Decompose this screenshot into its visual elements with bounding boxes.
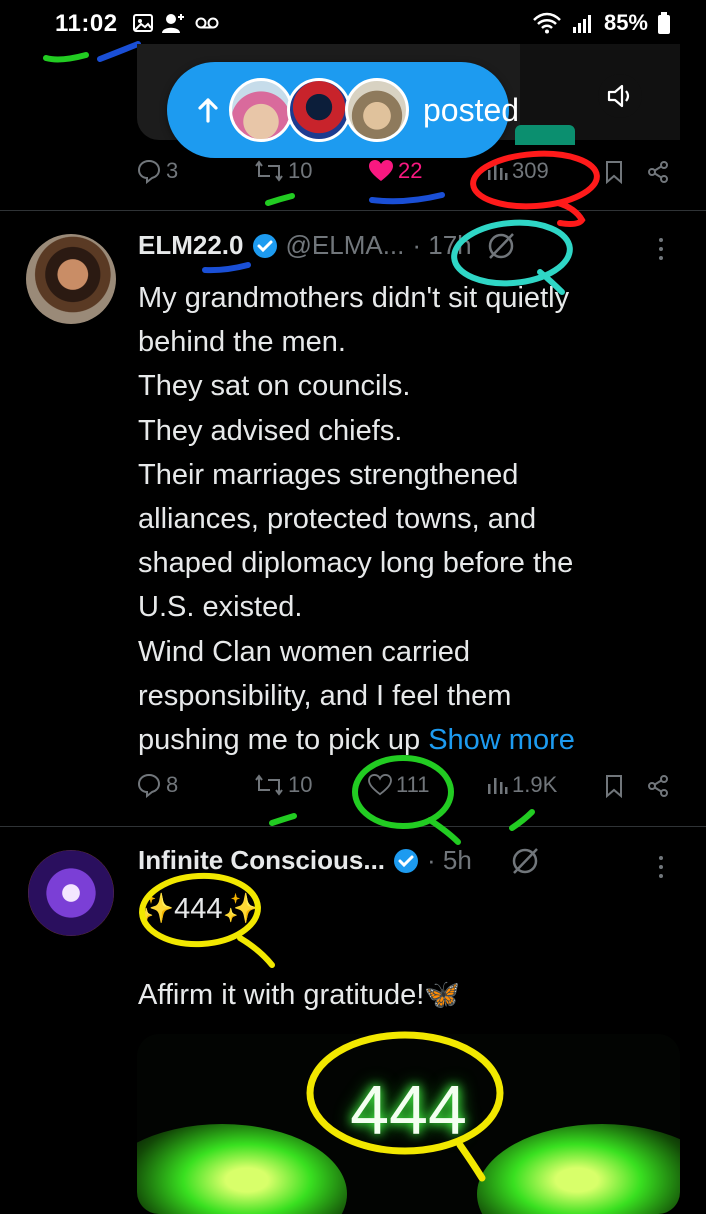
grok-icon[interactable] (486, 231, 516, 261)
post2-action-bar: 8 10 111 1.9K (0, 772, 706, 812)
tweet-line: They advised chiefs. (138, 414, 403, 447)
like-count: 111 (396, 772, 430, 797)
views-count: 1.9K (512, 772, 558, 797)
reply-icon (137, 773, 161, 798)
tweet-line: My grandmothers didn't sit quietly (138, 282, 570, 314)
avatar[interactable] (26, 234, 116, 324)
post2-header: ELM22.0 @ELMA... · 17h (138, 230, 516, 261)
post3-line2: Affirm it with gratitude!🦋 (138, 979, 461, 1011)
views-count: 309 (512, 158, 549, 183)
poster-avatars (229, 78, 409, 142)
post-time[interactable]: · 5h (427, 845, 472, 876)
tweet-line: They sat on councils. (138, 370, 411, 403)
bookmark-icon (606, 161, 622, 184)
post1-action-bar: 3 10 22 309 (0, 158, 706, 198)
like-button[interactable]: 22 (368, 158, 422, 184)
views-button[interactable]: 309 (486, 158, 549, 184)
repost-icon (255, 774, 283, 796)
like-button[interactable]: 111 (368, 772, 429, 798)
post3-line1: ✨444✨ (138, 893, 259, 925)
tweet-line: Wind Clan women carried (138, 635, 471, 668)
reply-button[interactable]: 8 (136, 772, 178, 798)
show-more-link[interactable]: Show more (428, 724, 575, 756)
heart-filled-icon (369, 160, 393, 181)
bookmark-icon (606, 775, 622, 798)
new-posts-pill[interactable]: posted (167, 62, 519, 158)
grok-icon[interactable] (510, 846, 540, 876)
repost-count: 10 (288, 158, 313, 183)
tweet-line: shaped diplomacy long before the (138, 547, 574, 580)
tweet-line: Their marriages strengthened (138, 458, 519, 491)
tweet-line: U.S. existed. (138, 591, 303, 624)
post-time[interactable]: · 17h (412, 230, 471, 261)
views-icon (488, 778, 508, 794)
tweet-line: responsibility, and I feel them (138, 679, 512, 712)
post2-text: My grandmothers didn't sit quietly behin… (138, 276, 678, 762)
views-button[interactable]: 1.9K (486, 772, 557, 798)
divider (0, 826, 706, 827)
volume-button[interactable] (598, 74, 642, 118)
repost-button[interactable]: 10 (254, 772, 312, 798)
verified-badge-icon (394, 848, 419, 873)
tweet-line: pushing me to pick up (138, 724, 421, 757)
repost-icon (255, 160, 283, 182)
post3-header: Infinite Conscious... · 5h (138, 845, 540, 876)
verified-badge-icon (252, 233, 277, 258)
post-image[interactable]: 444 (137, 1034, 680, 1214)
reply-icon (137, 159, 161, 184)
volume-icon (607, 84, 630, 108)
display-name[interactable]: ELM22.0 (138, 230, 244, 261)
tweet-line: alliances, protected towns, and (138, 503, 537, 536)
more-options-icon[interactable] (658, 856, 664, 878)
repost-count: 10 (288, 772, 313, 797)
heart-outline-icon (368, 774, 392, 796)
handle[interactable]: @ELMA... (286, 230, 405, 261)
bookmark-button[interactable] (604, 160, 624, 184)
arrow-up-icon (197, 92, 219, 128)
bookmark-button[interactable] (604, 774, 624, 798)
like-count: 22 (398, 158, 423, 183)
avatar (287, 78, 351, 142)
share-icon (648, 161, 668, 183)
share-button[interactable] (646, 774, 670, 798)
reply-button[interactable]: 3 (136, 158, 178, 184)
video-thumbnail-detail (515, 125, 575, 145)
more-options-icon[interactable] (658, 238, 664, 260)
share-icon (648, 775, 668, 797)
tweet-line: behind the men. (138, 326, 346, 359)
posted-label: posted (423, 91, 520, 128)
display-name[interactable]: Infinite Conscious... (138, 845, 385, 876)
image-number: 444 (350, 1071, 467, 1149)
views-icon (488, 164, 508, 180)
share-button[interactable] (646, 160, 670, 184)
reply-count: 3 (166, 158, 179, 183)
divider (0, 210, 706, 211)
tweet-line-last: pushing me to pick up Show more (138, 718, 678, 762)
avatar (229, 78, 293, 142)
reply-count: 8 (166, 772, 179, 797)
repost-button[interactable]: 10 (254, 158, 312, 184)
avatar (345, 78, 409, 142)
avatar[interactable] (28, 850, 114, 936)
